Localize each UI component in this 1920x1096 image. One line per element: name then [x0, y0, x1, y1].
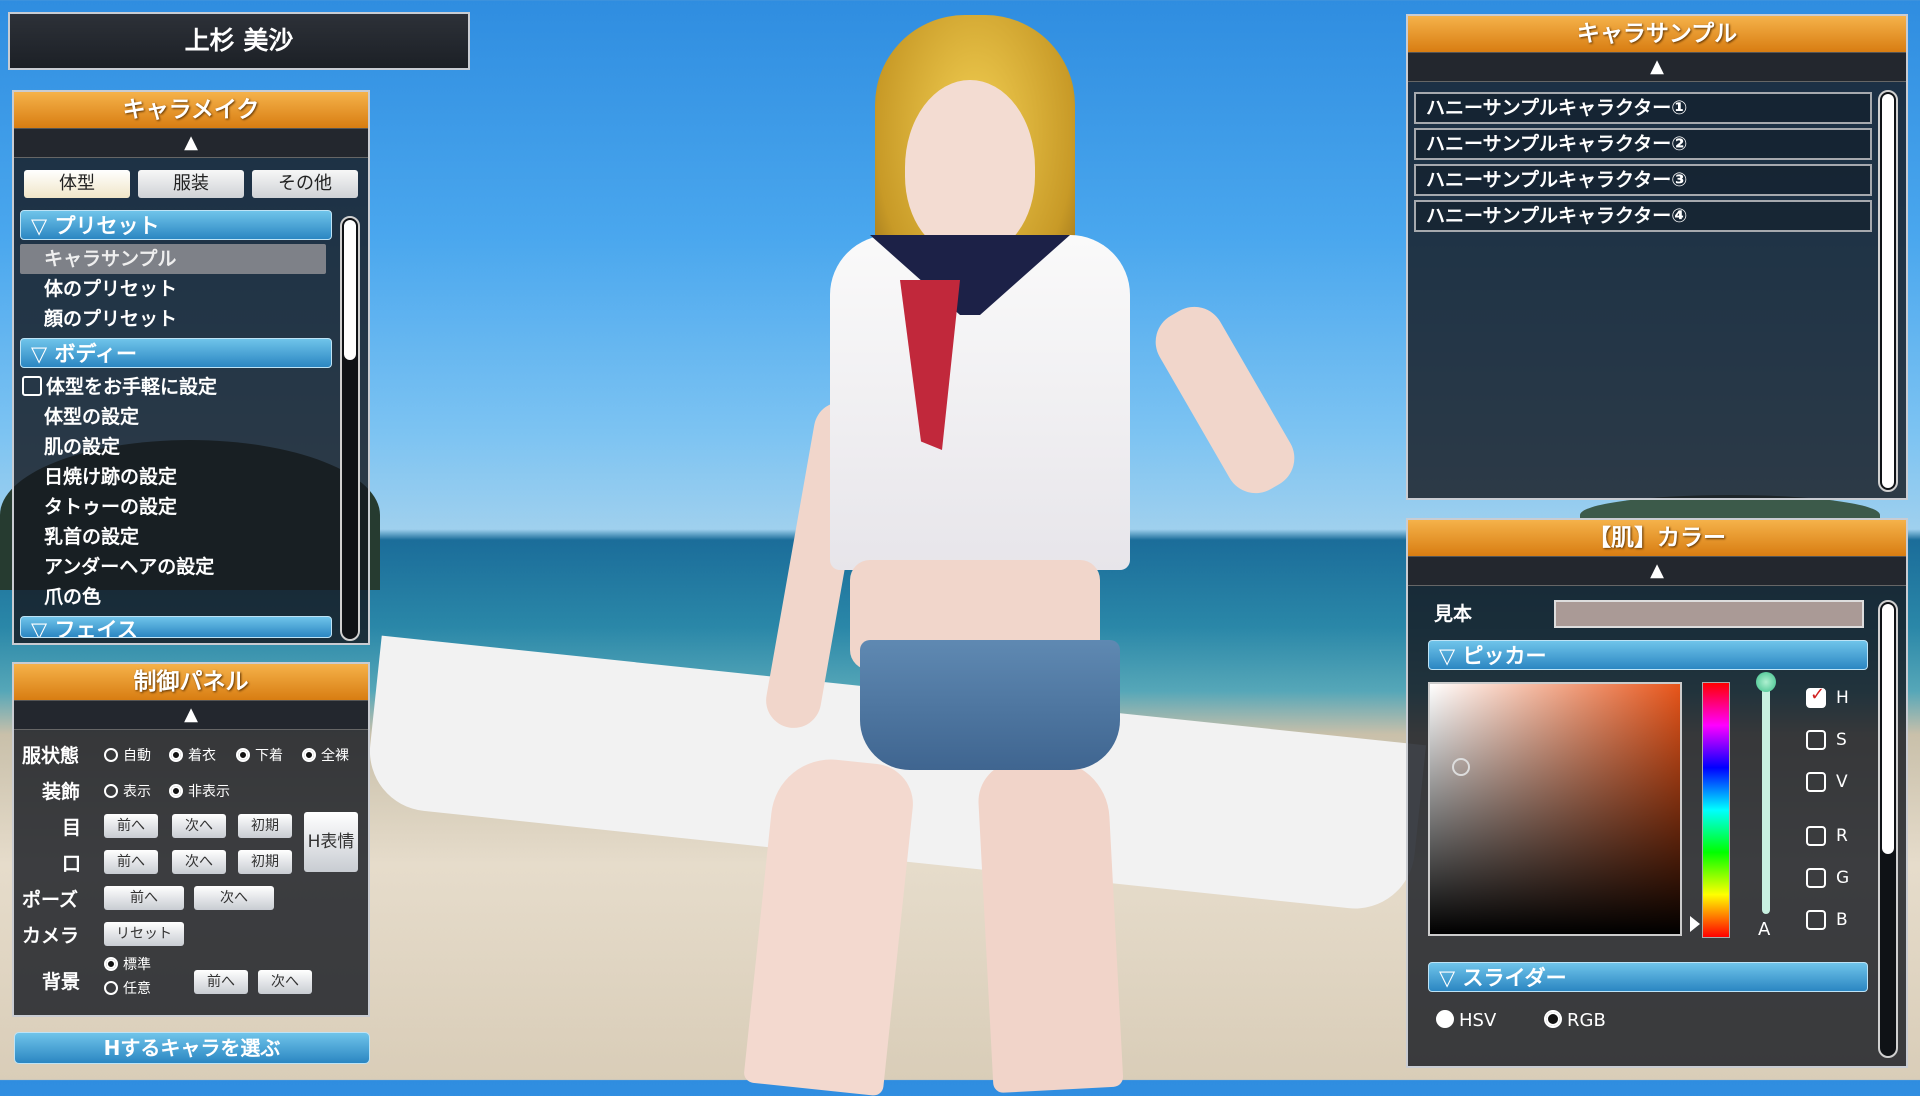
mouth-label: 口: [62, 853, 82, 875]
select-h-character-button[interactable]: Hするキャラを選ぶ: [14, 1032, 370, 1064]
sample-scrollbar-thumb[interactable]: [1882, 94, 1894, 488]
channel-g-label: G: [1836, 868, 1850, 888]
radio-bg-custom[interactable]: 任意: [104, 980, 151, 998]
chara-make-panel: キャラメイク ▲ 体型 服装 その他 ▽ プリセット キャラサンプル 体のプリセ…: [12, 90, 370, 645]
eyes-next-button[interactable]: 次へ: [172, 814, 226, 838]
radio-hide[interactable]: 非表示: [169, 783, 230, 801]
checkmark-icon: ✓: [1810, 684, 1826, 705]
skin-color-title: 【肌】カラー: [1408, 520, 1906, 556]
menu-item-nipple-settings[interactable]: 乳首の設定: [14, 522, 332, 552]
pose-next-button[interactable]: 次へ: [194, 886, 274, 910]
background-label: 背景: [42, 971, 81, 993]
menu-item-skin-settings[interactable]: 肌の設定: [14, 432, 332, 462]
control-panel: 制御パネル ▲ 服状態 自動 着衣 下着 全裸 装飾 表示 非表示 目 前へ 次…: [12, 662, 370, 1017]
eyes-label: 目: [62, 817, 82, 839]
collapse-arrow-icon[interactable]: ▲: [14, 128, 368, 158]
section-preset[interactable]: ▽ プリセット: [20, 210, 332, 240]
mouth-next-button[interactable]: 次へ: [172, 850, 226, 874]
radio-hsv[interactable]: HSV: [1436, 1010, 1496, 1032]
channel-s-checkbox[interactable]: [1806, 730, 1826, 750]
menu-scrollbar[interactable]: [340, 216, 360, 641]
sample-collapse-arrow-icon[interactable]: ▲: [1408, 52, 1906, 82]
sv-picker-area[interactable]: [1428, 682, 1682, 936]
clothing-state-label: 服状態: [22, 745, 80, 767]
control-panel-title: 制御パネル: [14, 664, 368, 700]
menu-item-face-preset[interactable]: 顔のプリセット: [14, 304, 332, 334]
pose-prev-button[interactable]: 前へ: [104, 886, 184, 910]
chara-sample-title: キャラサンプル: [1408, 16, 1906, 52]
menu-item-underhair-settings[interactable]: アンダーヘアの設定: [14, 552, 332, 582]
picker-cursor-icon[interactable]: [1452, 758, 1470, 776]
radio-bg-standard[interactable]: 標準: [104, 956, 151, 974]
channel-b-label: B: [1836, 910, 1848, 930]
menu-scrollbar-thumb[interactable]: [344, 220, 356, 360]
radio-show[interactable]: 表示: [104, 783, 151, 801]
sample-color-label: 見本: [1434, 603, 1473, 625]
channel-g-checkbox[interactable]: [1806, 868, 1826, 888]
bg-next-button[interactable]: 次へ: [258, 970, 312, 994]
section-picker[interactable]: ▽ ピッカー: [1428, 640, 1868, 670]
tab-body[interactable]: 体型: [24, 170, 130, 198]
color-scrollbar[interactable]: [1878, 600, 1898, 1058]
eyes-prev-button[interactable]: 前へ: [104, 814, 158, 838]
alpha-handle-icon[interactable]: [1756, 672, 1776, 692]
radio-rgb[interactable]: RGB: [1544, 1010, 1606, 1032]
camera-reset-button[interactable]: リセット: [104, 922, 184, 946]
eyes-initial-button[interactable]: 初期: [238, 814, 292, 838]
channel-r-label: R: [1836, 826, 1848, 846]
tab-clothing[interactable]: 服装: [138, 170, 244, 198]
section-body[interactable]: ▽ ボディー: [20, 338, 332, 368]
camera-label: カメラ: [22, 925, 80, 947]
menu-item-tattoo-settings[interactable]: タトゥーの設定: [14, 492, 332, 522]
channel-b-checkbox[interactable]: [1806, 910, 1826, 930]
menu-item-tan-settings[interactable]: 日焼け跡の設定: [14, 462, 332, 492]
character-name: 上杉 美沙: [184, 26, 294, 55]
channel-h-label: H: [1836, 688, 1849, 708]
control-collapse-arrow-icon[interactable]: ▲: [14, 700, 368, 730]
mouth-prev-button[interactable]: 前へ: [104, 850, 158, 874]
menu-item-body-preset[interactable]: 体のプリセット: [14, 274, 332, 304]
channel-v-checkbox[interactable]: [1806, 772, 1826, 792]
sample-scrollbar[interactable]: [1878, 90, 1898, 492]
skin-color-panel: 【肌】カラー ▲ 見本 ▽ ピッカー A ✓ H S V R G B ▽ スライ…: [1406, 518, 1908, 1068]
accessory-label: 装飾: [42, 781, 81, 803]
color-collapse-arrow-icon[interactable]: ▲: [1408, 556, 1906, 586]
h-expression-button[interactable]: H表情: [304, 812, 358, 872]
section-slider[interactable]: ▽ スライダー: [1428, 962, 1868, 992]
sample-color-swatch: [1554, 600, 1864, 628]
channel-v-label: V: [1836, 772, 1848, 792]
tab-other[interactable]: その他: [252, 170, 358, 198]
bg-prev-button[interactable]: 前へ: [194, 970, 248, 994]
character-name-bar: 上杉 美沙: [8, 12, 470, 70]
radio-underwear[interactable]: 下着: [236, 747, 283, 765]
menu-item-easy-body[interactable]: 体型をお手軽に設定: [14, 372, 332, 402]
radio-nude[interactable]: 全裸: [302, 747, 349, 765]
hue-handle-icon[interactable]: [1690, 916, 1700, 932]
hue-slider[interactable]: [1702, 682, 1730, 938]
section-face[interactable]: ▽ フェイス: [20, 616, 332, 638]
channel-r-checkbox[interactable]: [1806, 826, 1826, 846]
sample-item-2[interactable]: ハニーサンプルキャラクター②: [1414, 128, 1872, 160]
radio-clothed[interactable]: 着衣: [169, 747, 216, 765]
menu-item-chara-sample[interactable]: キャラサンプル: [20, 244, 326, 274]
pose-label: ポーズ: [22, 889, 79, 911]
alpha-slider[interactable]: [1762, 682, 1770, 914]
chara-make-title: キャラメイク: [14, 92, 368, 128]
checkbox-icon[interactable]: [22, 376, 42, 396]
mouth-initial-button[interactable]: 初期: [238, 850, 292, 874]
color-scrollbar-thumb[interactable]: [1882, 604, 1894, 854]
alpha-label: A: [1758, 919, 1771, 940]
sample-item-3[interactable]: ハニーサンプルキャラクター③: [1414, 164, 1872, 196]
channel-h-checkbox[interactable]: ✓: [1806, 684, 1826, 708]
menu-item-body-settings[interactable]: 体型の設定: [14, 402, 332, 432]
sample-item-1[interactable]: ハニーサンプルキャラクター①: [1414, 92, 1872, 124]
chara-sample-panel: キャラサンプル ▲ ハニーサンプルキャラクター① ハニーサンプルキャラクター② …: [1406, 14, 1908, 500]
channel-s-label: S: [1836, 730, 1847, 750]
boat: [363, 635, 1427, 915]
radio-auto[interactable]: 自動: [104, 747, 151, 765]
menu-item-nail-color[interactable]: 爪の色: [14, 582, 332, 612]
sample-item-4[interactable]: ハニーサンプルキャラクター④: [1414, 200, 1872, 232]
